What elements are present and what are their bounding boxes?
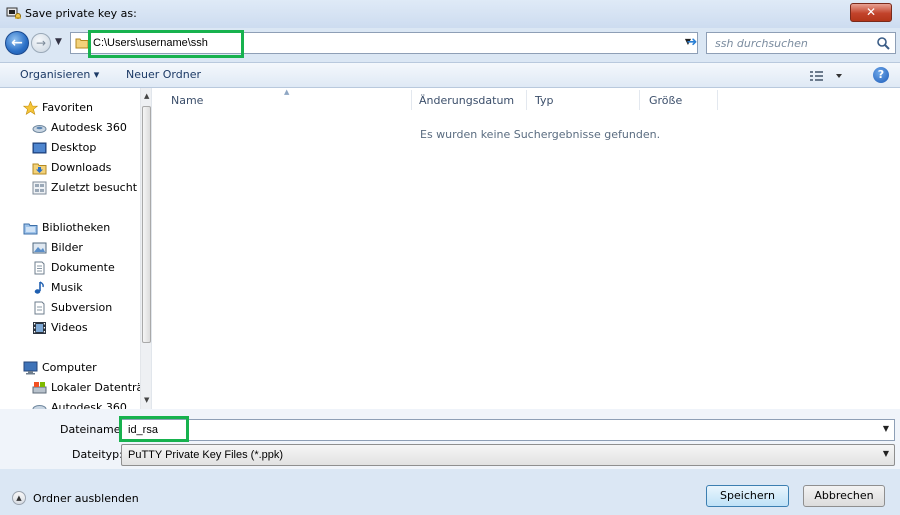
downloads-folder-icon: [32, 163, 47, 175]
sidebar-item-local-disk[interactable]: Lokaler Datenträg: [0, 378, 150, 398]
sidebar-item-favorites[interactable]: Favoriten: [0, 98, 140, 118]
cloud-drive-icon: [32, 125, 47, 133]
sidebar-header-libraries: Bibliotheken: [42, 221, 111, 234]
window-title: Save private key as:: [25, 7, 137, 20]
view-options-icon[interactable]: [808, 68, 848, 84]
new-folder-button[interactable]: Neuer Ordner: [126, 68, 201, 81]
scrollbar-thumb[interactable]: [142, 106, 151, 343]
forward-button[interactable]: →: [31, 33, 51, 53]
recent-places-icon: [32, 181, 47, 195]
star-icon: [23, 101, 38, 115]
filename-input[interactable]: id_rsa ▼: [121, 419, 895, 441]
empty-results-message: Es wurden keine Suchergebnisse gefunden.: [420, 128, 661, 141]
sidebar-item-pictures[interactable]: Bilder: [0, 238, 140, 258]
title-bar: Save private key as: ✕: [0, 0, 900, 28]
column-header-size[interactable]: Größe: [649, 94, 682, 107]
search-placeholder: ssh durchsuchen: [715, 37, 808, 50]
hard-drive-icon: [32, 382, 47, 394]
column-divider[interactable]: [526, 90, 527, 110]
sidebar-item-label: Desktop: [51, 141, 97, 154]
chevron-down-icon[interactable]: ▼: [883, 449, 889, 458]
sidebar-item-autodesk-360[interactable]: Autodesk 360: [0, 118, 140, 138]
sidebar-item-label: Autodesk 360: [51, 121, 127, 134]
organize-button[interactable]: Organisieren ▾: [20, 68, 99, 81]
folder-icon: [75, 38, 89, 49]
chevron-down-icon[interactable]: ▼: [883, 424, 889, 433]
sidebar-item-music[interactable]: Musik: [0, 278, 140, 298]
sidebar-item-label: Downloads: [51, 161, 112, 174]
column-divider[interactable]: [411, 90, 412, 110]
column-header-name[interactable]: Name: [171, 94, 203, 107]
film-strip-icon: [33, 322, 46, 334]
document-icon: [34, 301, 45, 315]
filename-label: Dateiname:: [60, 423, 125, 436]
sidebar-item-libraries[interactable]: Bibliotheken: [0, 218, 140, 238]
sidebar-item-label: Lokaler Datenträg: [51, 381, 151, 394]
navigation-pane: Favoriten Autodesk 360 Desktop Downloads: [0, 88, 152, 409]
libraries-icon: [23, 223, 38, 235]
sidebar-item-desktop[interactable]: Desktop: [0, 138, 140, 158]
filetype-label: Dateityp:: [72, 448, 123, 461]
sidebar-item-autodesk-360-computer[interactable]: Autodesk 360: [0, 398, 140, 409]
column-divider[interactable]: [639, 90, 640, 110]
hide-folders-link[interactable]: Ordner ausblenden: [33, 492, 139, 505]
sidebar-item-subversion[interactable]: Subversion: [0, 298, 140, 318]
filename-highlight-box: [119, 416, 189, 442]
search-icon[interactable]: [876, 36, 890, 50]
pictures-icon: [32, 242, 47, 254]
help-button[interactable]: ?: [873, 67, 889, 83]
filetype-select[interactable]: PuTTY Private Key Files (*.ppk) ▼: [121, 444, 895, 466]
putty-key-icon: [6, 7, 21, 19]
go-arrow-button[interactable]: ➜: [683, 32, 701, 54]
documents-icon: [34, 261, 45, 275]
main-pane: Favoriten Autodesk 360 Desktop Downloads: [0, 88, 900, 409]
sort-ascending-icon: ▲: [284, 88, 290, 96]
sidebar-item-label: Videos: [51, 321, 88, 334]
sidebar-item-recent[interactable]: Zuletzt besucht: [0, 178, 140, 198]
cloud-drive-icon: [32, 405, 47, 409]
scroll-down-icon[interactable]: ▼: [144, 396, 149, 404]
sidebar-header-favorites: Favoriten: [42, 101, 93, 114]
sidebar-scrollbar[interactable]: ▲ ▼: [140, 88, 151, 409]
computer-icon: [23, 361, 38, 375]
dialog-footer: ▲ Ordner ausblenden Speichern Abbrechen: [0, 469, 900, 515]
column-divider[interactable]: [717, 90, 718, 110]
filetype-value: PuTTY Private Key Files (*.ppk): [128, 449, 284, 461]
address-highlight-box: [88, 30, 244, 58]
sidebar-item-documents[interactable]: Dokumente: [0, 258, 140, 278]
scroll-up-icon[interactable]: ▲: [144, 92, 149, 100]
back-button[interactable]: ←: [5, 31, 29, 55]
column-header-date[interactable]: Änderungsdatum: [419, 94, 514, 107]
sidebar-item-label: Dokumente: [51, 261, 115, 274]
sidebar-item-downloads[interactable]: Downloads: [0, 158, 140, 178]
music-note-icon: [34, 281, 44, 294]
search-input[interactable]: ssh durchsuchen: [706, 32, 896, 54]
cancel-button[interactable]: Abbrechen: [803, 485, 885, 507]
save-button[interactable]: Speichern: [706, 485, 789, 507]
sidebar-item-label: Bilder: [51, 241, 83, 254]
sidebar-item-computer[interactable]: Computer: [0, 358, 140, 378]
collapse-icon[interactable]: ▲: [12, 491, 26, 505]
command-toolbar: Organisieren ▾ Neuer Ordner ?: [0, 62, 900, 88]
recent-pages-dropdown[interactable]: ▼: [55, 34, 67, 50]
sidebar-item-label: Zuletzt besucht: [51, 181, 138, 194]
sidebar-item-label: Musik: [51, 281, 83, 294]
desktop-icon: [32, 142, 47, 154]
close-button[interactable]: ✕: [850, 3, 892, 22]
sidebar-item-videos[interactable]: Videos: [0, 318, 140, 338]
column-header-type[interactable]: Typ: [535, 94, 554, 107]
sidebar-header-computer: Computer: [42, 361, 97, 374]
file-list: ▲ Name Änderungsdatum Typ Größe Es wurde…: [153, 88, 900, 409]
sidebar-item-label: Autodesk 360: [51, 401, 127, 409]
sidebar-item-label: Subversion: [51, 301, 113, 314]
